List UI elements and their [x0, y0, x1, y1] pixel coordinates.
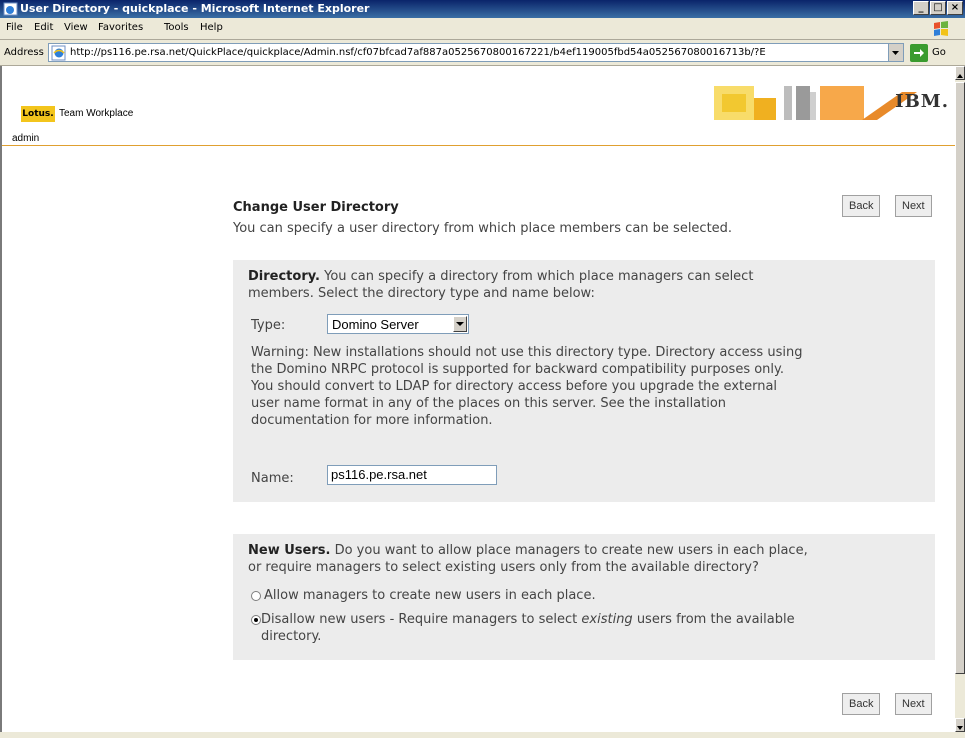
directory-type-value: Domino Server	[332, 317, 419, 332]
page-description: You can specify a user directory from wh…	[233, 221, 733, 236]
disallow-emphasis: existing	[581, 612, 633, 627]
disallow-new-users-radio[interactable]	[251, 615, 261, 625]
allow-new-users-label[interactable]: Allow managers to create new users in ea…	[264, 587, 596, 604]
type-label: Type:	[251, 318, 286, 333]
scroll-up-button[interactable]	[955, 66, 965, 80]
arrow-right-icon	[914, 49, 924, 57]
back-button-top[interactable]: Back	[842, 195, 881, 217]
address-bar: Address http://ps116.pe.rsa.net/QuickPla…	[0, 40, 965, 66]
page-header: Lotus. Team Workplace IBM. admin	[2, 66, 955, 146]
ie-page-icon	[51, 45, 66, 61]
menu-file[interactable]: File	[6, 22, 23, 33]
new-users-intro: New Users. Do you want to allow place ma…	[248, 542, 808, 576]
disallow-text: users from the available	[632, 612, 795, 627]
go-label[interactable]: Go	[932, 47, 946, 58]
warning-line: documentation for more information.	[251, 413, 493, 428]
directory-intro: Directory. You can specify a directory f…	[248, 268, 753, 302]
chevron-down-icon	[892, 51, 899, 55]
window-titlebar[interactable]: User Directory - quickplace - Microsoft …	[0, 0, 965, 18]
new-users-panel: New Users. Do you want to allow place ma…	[233, 534, 935, 660]
new-users-intro-line2: or require managers to select existing u…	[248, 560, 759, 575]
warning-line: Warning: New installations should not us…	[251, 345, 803, 360]
new-users-heading: New Users.	[248, 543, 331, 558]
directory-name-input[interactable]: ps116.pe.rsa.net	[327, 465, 497, 485]
disallow-text: Disallow new users - Require managers to…	[261, 612, 582, 627]
warning-line: user name format in any of the places on…	[251, 396, 727, 411]
directory-warning: Warning: New installations should not us…	[251, 344, 802, 429]
address-label: Address	[4, 47, 44, 58]
new-users-intro-line1: Do you want to allow place managers to c…	[334, 543, 808, 558]
chevron-up-icon	[957, 74, 963, 78]
next-button-bottom[interactable]: Next	[895, 693, 932, 715]
warning-line: You should convert to LDAP for directory…	[251, 379, 778, 394]
window-controls: _ □ ×	[912, 1, 963, 17]
menu-tools[interactable]: Tools	[164, 22, 189, 33]
ibm-logo: IBM.	[895, 91, 949, 112]
minimize-button[interactable]: _	[913, 1, 929, 15]
warning-line: the Domino NRPC protocol is supported fo…	[251, 362, 785, 377]
lotus-logo: Lotus.	[21, 106, 55, 122]
allow-new-users-radio[interactable]	[251, 591, 261, 601]
vertical-scrollbar[interactable]	[955, 66, 965, 732]
scroll-thumb[interactable]	[955, 82, 965, 674]
window-title: User Directory - quickplace - Microsoft …	[20, 2, 370, 15]
close-button[interactable]: ×	[947, 1, 963, 15]
menu-edit[interactable]: Edit	[34, 22, 53, 33]
chevron-down-icon	[456, 322, 464, 326]
menu-view[interactable]: View	[64, 22, 88, 33]
directory-type-select[interactable]: Domino Server	[327, 314, 469, 334]
directory-intro-line2: members. Select the directory type and n…	[248, 286, 595, 301]
ie-page-icon	[3, 2, 18, 16]
windows-flag-icon	[934, 21, 948, 36]
chevron-down-icon	[957, 726, 963, 730]
back-button-bottom[interactable]: Back	[842, 693, 881, 715]
select-dropdown-button[interactable]	[453, 316, 467, 332]
address-url: http://ps116.pe.rsa.net/QuickPlace/quick…	[70, 47, 766, 58]
address-dropdown-button[interactable]	[888, 44, 903, 61]
admin-link[interactable]: admin	[12, 133, 39, 144]
menu-favorites[interactable]: Favorites	[98, 22, 143, 33]
maximize-button[interactable]: □	[930, 1, 946, 15]
page-content: Lotus. Team Workplace IBM. admin Back Ne…	[0, 66, 955, 732]
next-button-top[interactable]: Next	[895, 195, 932, 217]
scroll-down-button[interactable]	[955, 718, 965, 732]
product-name: Team Workplace	[59, 108, 134, 119]
address-input[interactable]: http://ps116.pe.rsa.net/QuickPlace/quick…	[48, 43, 904, 62]
disallow-text: directory.	[261, 629, 322, 644]
name-label: Name:	[251, 471, 294, 486]
go-button[interactable]	[910, 44, 928, 62]
menu-bar: File Edit View Favorites Tools Help	[0, 18, 965, 40]
directory-intro-line1: You can specify a directory from which p…	[324, 269, 754, 284]
disallow-new-users-label[interactable]: Disallow new users - Require managers to…	[261, 611, 795, 645]
directory-panel: Directory. You can specify a directory f…	[233, 260, 935, 502]
menu-help[interactable]: Help	[200, 22, 223, 33]
directory-heading: Directory.	[248, 269, 320, 284]
page-title: Change User Directory	[233, 200, 399, 215]
